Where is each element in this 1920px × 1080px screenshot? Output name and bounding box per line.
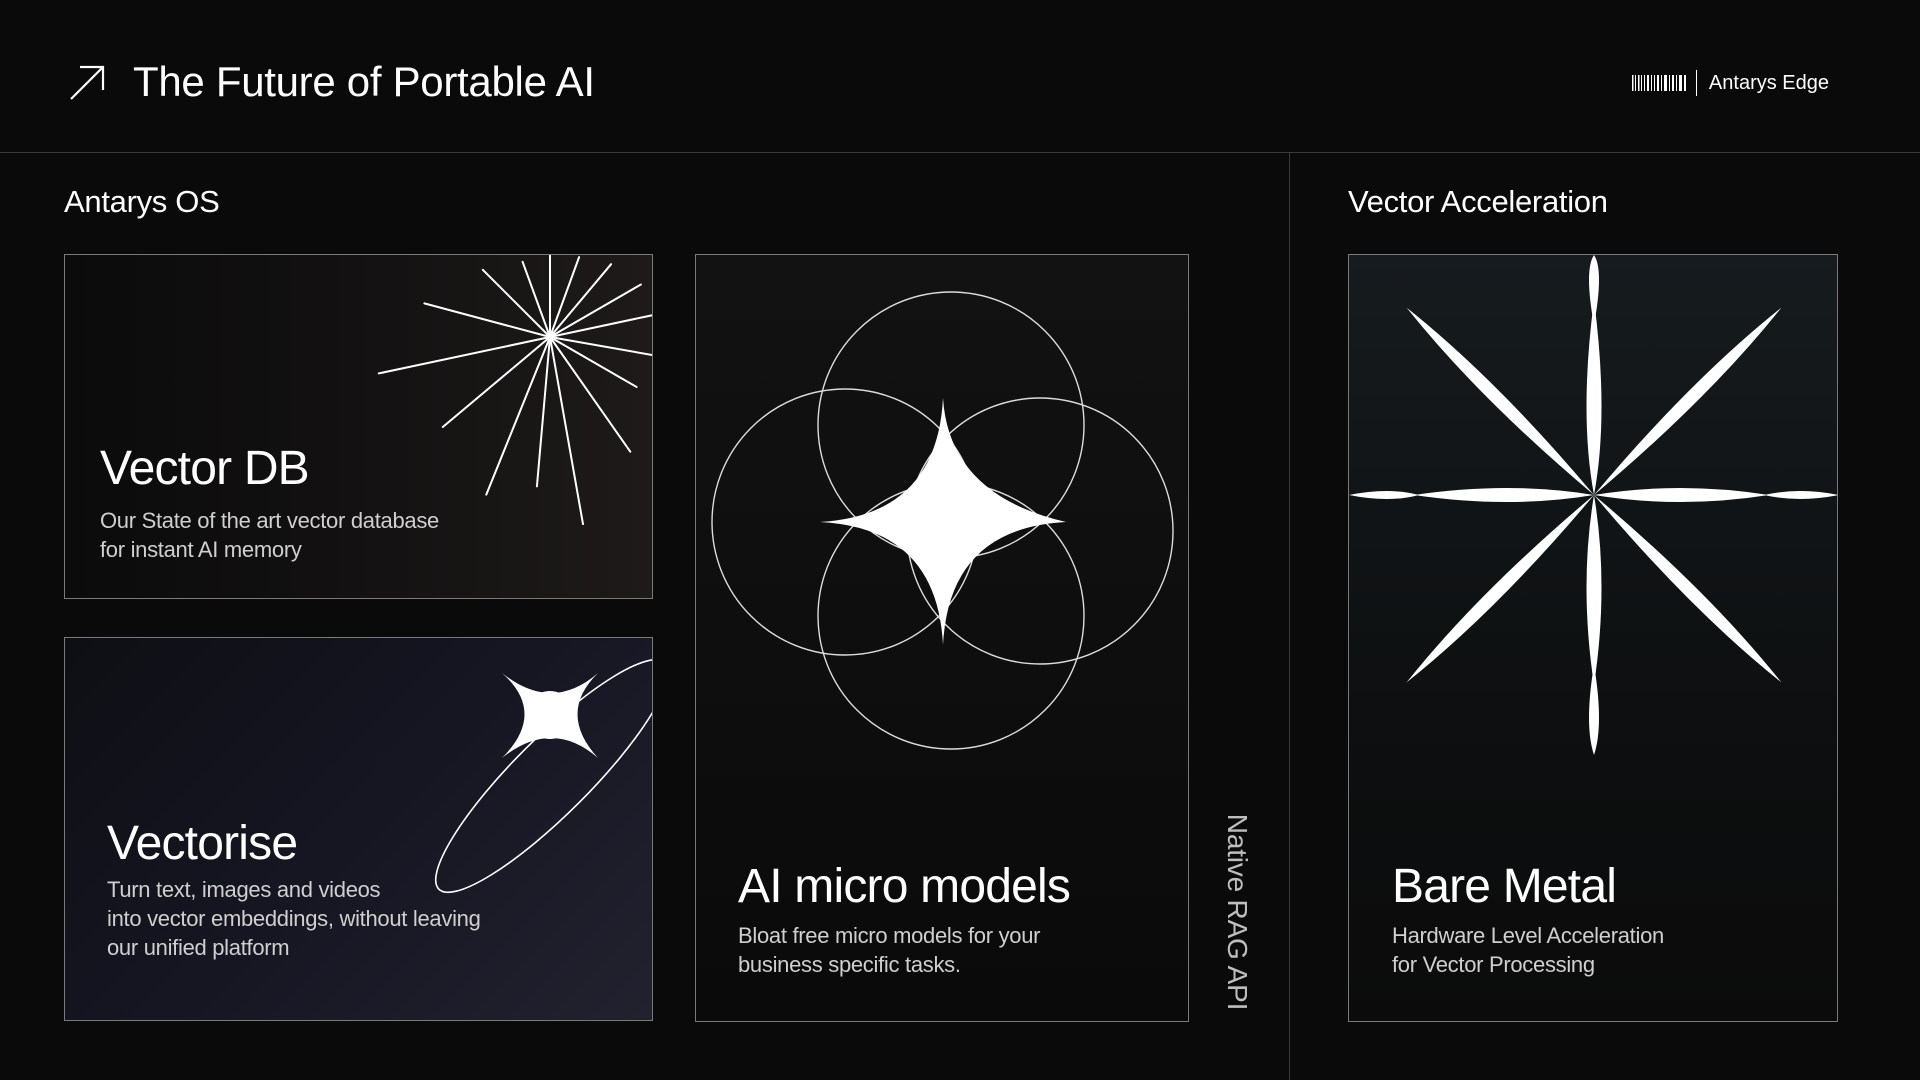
section-divider bbox=[1289, 153, 1290, 1080]
barcode-icon bbox=[1631, 75, 1686, 91]
card-vectorise[interactable]: Vectorise Turn text, images and videos i… bbox=[64, 637, 653, 1021]
card-description: Bloat free micro models for your busines… bbox=[738, 923, 1041, 977]
card-title: Bare Metal bbox=[1392, 860, 1617, 913]
starburst-ray bbox=[481, 268, 551, 338]
starburst-ray bbox=[521, 260, 551, 338]
starburst-ray bbox=[423, 302, 551, 338]
starburst-ray bbox=[549, 336, 584, 526]
card-description: Our State of the art vector database for… bbox=[100, 508, 439, 562]
card-ai-micro-models[interactable]: AI micro models Bloat free micro models … bbox=[695, 254, 1189, 1022]
starburst-ray bbox=[377, 336, 551, 375]
header: The Future of Portable AI Antarys Edge bbox=[0, 0, 1920, 153]
page-title: The Future of Portable AI bbox=[133, 58, 595, 105]
starburst-ray bbox=[485, 336, 551, 496]
brand: Antarys Edge bbox=[1631, 70, 1829, 96]
card-title: Vector DB bbox=[100, 442, 310, 495]
card-title: Vectorise bbox=[107, 817, 298, 870]
card-title: AI micro models bbox=[738, 860, 1071, 913]
starburst-ray bbox=[549, 283, 642, 338]
starburst-ray bbox=[535, 336, 551, 488]
card-bare-metal[interactable]: Bare Metal Hardware Level Acceleration f… bbox=[1348, 254, 1838, 1022]
slide: The Future of Portable AI Antarys Edge A… bbox=[0, 0, 1920, 1080]
brand-separator bbox=[1695, 70, 1697, 96]
brand-name: Antarys Edge bbox=[1708, 71, 1829, 94]
card-description: Turn text, images and videos into vector… bbox=[107, 877, 481, 960]
card-description: Hardware Level Acceleration for Vector P… bbox=[1392, 923, 1664, 977]
starburst-ray bbox=[549, 336, 632, 453]
arrow-up-right-icon bbox=[70, 65, 105, 100]
section-title-vector-acceleration: Vector Acceleration bbox=[1348, 184, 1608, 219]
section-title-antarys-os: Antarys OS bbox=[64, 184, 220, 219]
card-vector-db[interactable]: Vector DB Our State of the art vector da… bbox=[64, 254, 653, 599]
starburst-ray bbox=[549, 256, 581, 338]
vertical-label-native-rag-api: Native RAG API bbox=[1222, 813, 1253, 1011]
starburst-ray bbox=[441, 336, 551, 428]
